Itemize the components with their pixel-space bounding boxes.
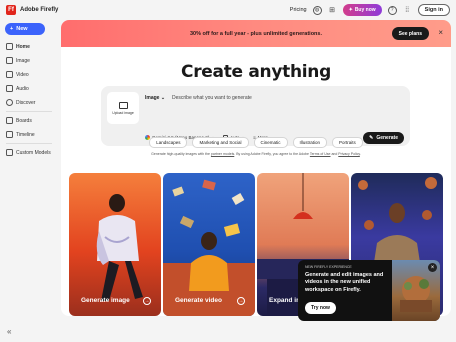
firefly-logo[interactable]: Ff [6, 5, 16, 15]
audio-icon [6, 85, 13, 92]
sidebar-item-label: Audio [16, 85, 29, 92]
upload-label: Upload image [112, 110, 134, 115]
buy-now-button[interactable]: ✦ Buy now [342, 4, 382, 16]
models-icon [6, 149, 13, 156]
chip-portraits[interactable]: Portraits [332, 137, 363, 148]
sidebar-item-video[interactable]: Video [6, 71, 29, 78]
app-name[interactable]: Adobe Firefly [20, 7, 58, 13]
globe-icon[interactable]: ◍ [312, 5, 322, 15]
buy-now-label: Buy now [354, 7, 376, 13]
promo-banner: 30% off for a full year - plus unlimited… [61, 20, 451, 47]
new-label: New [16, 26, 28, 32]
video-icon [6, 71, 13, 78]
promo-text: 30% off for a full year - plus unlimited… [189, 30, 323, 37]
sidebar-item-label: Discover [16, 99, 36, 106]
legal-text: Generate high-quality images with the [151, 152, 210, 156]
help-icon[interactable]: ? [387, 5, 397, 15]
legal-notice: Generate high-quality images with the pa… [61, 152, 451, 156]
sidebar-item-label: Home [16, 43, 30, 50]
sidebar-item-custom-models[interactable]: Custom Models [6, 149, 51, 156]
close-icon[interactable]: × [438, 28, 443, 37]
header-actions: Pricing ◍ ⊞ ✦ Buy now ? ⁞⁞ Sign in [290, 4, 450, 16]
chip-illustration[interactable]: Illustration [292, 137, 328, 148]
style-chips: Landscapes Marketing and Social Cinemati… [61, 137, 451, 148]
see-plans-button[interactable]: See plans [391, 27, 429, 40]
discover-icon [6, 99, 13, 106]
popup-tag: NEW FIREFLY EXPERIENCE [305, 265, 352, 269]
boards-icon [6, 117, 13, 124]
mode-label: Image [145, 95, 160, 101]
sidebar-item-label: Image [16, 57, 30, 64]
card-generate-video[interactable]: Generate video → [163, 173, 255, 316]
sidebar-item-timeline[interactable]: Timeline [6, 131, 35, 138]
sidebar-item-boards[interactable]: Boards [6, 117, 32, 124]
popup-text: Generate and edit images and videos in t… [305, 272, 384, 293]
chip-cinematic[interactable]: Cinematic [253, 137, 288, 148]
sidebar-item-discover[interactable]: Discover [6, 99, 35, 106]
timeline-icon [6, 131, 13, 138]
grid-icon[interactable]: ⁞⁞ [403, 6, 412, 15]
prompt-input[interactable]: Describe what you want to generate [172, 95, 252, 101]
sidebar-item-image[interactable]: Image [6, 57, 30, 64]
arrow-right-icon: → [143, 297, 151, 305]
top-bar: Ff Adobe Firefly Pricing ◍ ⊞ ✦ Buy now ?… [0, 0, 456, 20]
upload-icon [118, 101, 128, 109]
sidebar-divider [6, 111, 52, 112]
apps-icon[interactable]: ⊞ [328, 6, 337, 15]
plus-icon: + [10, 26, 14, 32]
card-image-person-icon [96, 194, 143, 301]
chip-marketing-social[interactable]: Marketing and Social [192, 137, 249, 148]
card-label: Generate image [81, 297, 130, 304]
sign-in-button[interactable]: Sign in [417, 4, 450, 16]
terms-link[interactable]: Terms of Use [310, 152, 331, 156]
buy-now-icon: ✦ [348, 7, 353, 13]
new-experience-popup: NEW FIREFLY EXPERIENCE Generate and edit… [298, 260, 440, 321]
new-button[interactable]: + New [5, 23, 45, 35]
sidebar-item-home[interactable]: Home [6, 43, 30, 50]
sidebar-item-label: Boards [16, 117, 32, 124]
card-generate-image[interactable]: Generate image → [69, 173, 161, 316]
close-icon[interactable]: × [428, 263, 437, 272]
arrow-right-icon: → [237, 297, 245, 305]
collapse-sidebar-icon[interactable]: « [7, 327, 11, 336]
card-video-books-icon [163, 179, 255, 316]
sidebar-item-label: Timeline [16, 131, 35, 138]
sidebar-divider [6, 143, 52, 144]
chevron-down-icon: ⌄ [160, 95, 166, 101]
legal-text: . By using Adobe Firefly, you agree to t… [234, 152, 309, 156]
image-icon [6, 57, 13, 64]
privacy-link[interactable]: Privacy Policy [338, 152, 360, 156]
legal-text: and [331, 152, 338, 156]
upload-image-button[interactable]: Upload image [107, 92, 139, 124]
sidebar: + New Home Image Video Audio Discover Bo… [0, 20, 58, 342]
sidebar-item-label: Video [16, 71, 29, 78]
sidebar-item-label: Custom Models [16, 149, 51, 156]
sidebar-item-audio[interactable]: Audio [6, 85, 29, 92]
legal-text: . [359, 152, 361, 156]
page-title: Create anything [181, 62, 331, 82]
home-icon [6, 43, 13, 50]
card-label: Expand im [269, 297, 302, 304]
try-now-button[interactable]: Try now [305, 302, 336, 314]
mode-dropdown[interactable]: Image ⌄ [145, 95, 165, 101]
pricing-link[interactable]: Pricing [290, 7, 307, 13]
card-label: Generate video [175, 297, 222, 304]
chip-landscapes[interactable]: Landscapes [149, 137, 188, 148]
partner-models-link[interactable]: partner models [211, 152, 234, 156]
